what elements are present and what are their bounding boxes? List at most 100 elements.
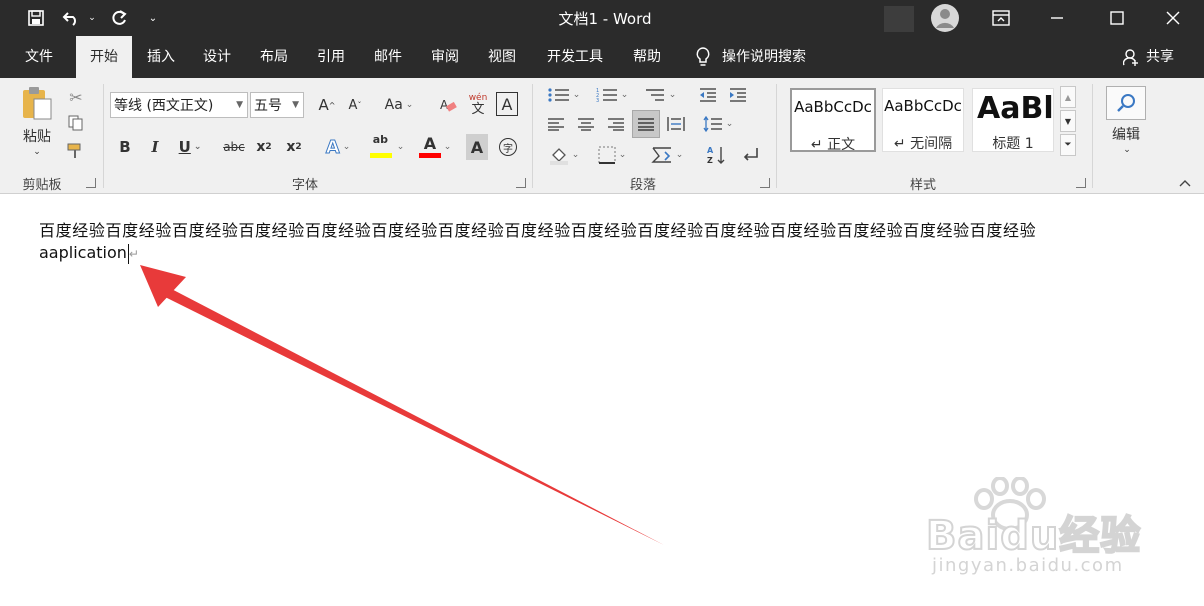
share-button[interactable]: 共享 xyxy=(1142,36,1178,78)
tab-insert[interactable]: 插入 xyxy=(138,36,184,78)
minimize-icon[interactable] xyxy=(1042,0,1072,36)
shading-icon[interactable]: ⌄ xyxy=(544,142,584,168)
subscript-button[interactable]: x2 xyxy=(252,134,276,160)
numbering-icon[interactable]: 1 2 3 ⌄ xyxy=(592,84,632,106)
font-name-combobox[interactable]: 等线 (西文正文) ▼ xyxy=(110,92,248,118)
paragraph-dialog-launcher[interactable] xyxy=(760,178,770,188)
line-spacing-icon[interactable]: ⌄ xyxy=(698,112,738,136)
tab-design[interactable]: 设计 xyxy=(194,36,240,78)
font-color-icon[interactable]: A ⌄ xyxy=(414,132,456,162)
tab-references[interactable]: 引用 xyxy=(308,36,354,78)
shrink-font-icon[interactable]: Aˇ xyxy=(342,93,368,117)
editing-button[interactable]: 编辑 xyxy=(1104,124,1148,144)
watermark-url: jingyan.baidu.com xyxy=(932,555,1124,576)
align-left-icon[interactable] xyxy=(544,112,568,136)
font-dialog-launcher[interactable] xyxy=(516,178,526,188)
document-canvas[interactable]: 百度经验百度经验百度经验百度经验百度经验百度经验百度经验百度经验百度经验百度经验… xyxy=(0,195,1204,606)
styles-scroll-up-icon[interactable]: ▲ xyxy=(1060,86,1076,108)
bold-button[interactable]: B xyxy=(114,134,136,160)
clipboard-group-label: 剪贴板 xyxy=(22,178,62,193)
superscript-button[interactable]: x2 xyxy=(282,134,306,160)
chinese-layout-icon[interactable]: ⌄ xyxy=(646,142,688,168)
format-painter-icon[interactable] xyxy=(64,140,88,162)
style-heading-1[interactable]: AaBl 标题 1 xyxy=(972,88,1054,152)
distributed-icon[interactable] xyxy=(664,112,688,136)
find-icon[interactable] xyxy=(1106,86,1146,120)
sort-icon[interactable]: AZ xyxy=(704,142,728,168)
font-size-combobox[interactable]: 五号 ▼ xyxy=(250,92,304,118)
styles-more-icon[interactable]: ⏷ xyxy=(1060,134,1076,156)
paste-button[interactable]: 粘贴 xyxy=(16,126,58,146)
tab-home[interactable]: 开始 xyxy=(76,36,132,78)
svg-text:3: 3 xyxy=(596,98,599,103)
tell-me-search[interactable]: 操作说明搜索 xyxy=(722,36,822,78)
editing-dropdown-icon[interactable]: ⌄ xyxy=(1120,144,1134,156)
share-user-icon[interactable] xyxy=(1122,48,1140,66)
lightbulb-icon[interactable] xyxy=(694,46,712,68)
watermark-brand: Baidu经验 xyxy=(925,512,1142,560)
style-heading-1-name: 标题 1 xyxy=(992,136,1034,152)
redo-icon[interactable] xyxy=(106,0,132,36)
avatar[interactable] xyxy=(928,0,962,36)
svg-text:Z: Z xyxy=(707,156,713,165)
ribbon-home: 粘贴 ⌄ ✂ 剪贴板 等线 (西文正文) ▼ 五号 ▼ A ^ Aˇ Aa ⌄ A … xyxy=(0,78,1204,194)
paragraph-group-label: 段落 xyxy=(629,178,656,193)
close-icon[interactable] xyxy=(1158,0,1188,36)
decrease-indent-icon[interactable] xyxy=(696,84,720,106)
tab-developer[interactable]: 开发工具 xyxy=(540,36,610,78)
font-size-value: 五号 xyxy=(254,98,282,114)
enclose-characters-icon[interactable]: 字 xyxy=(496,134,520,160)
cut-icon[interactable]: ✂ xyxy=(64,86,88,108)
tab-view[interactable]: 视图 xyxy=(479,36,525,78)
ribbon-tab-bar: 文件 开始 插入 设计 布局 引用 邮件 审阅 视图 开发工具 帮助 操作说明搜… xyxy=(0,36,1204,78)
copy-icon[interactable] xyxy=(64,112,88,134)
font-name-value: 等线 (西文正文) xyxy=(114,98,214,114)
save-icon[interactable] xyxy=(22,0,50,36)
collapse-ribbon-icon[interactable] xyxy=(1176,176,1194,190)
clipboard-dialog-launcher[interactable] xyxy=(86,178,96,188)
clear-formatting-icon[interactable]: A xyxy=(436,93,460,117)
borders-icon[interactable]: ⌄ xyxy=(592,142,632,168)
paste-dropdown-icon[interactable]: ⌄ xyxy=(30,146,44,158)
window-accent-square xyxy=(884,6,914,32)
align-center-icon[interactable] xyxy=(574,112,598,136)
character-shading-icon[interactable]: A xyxy=(466,134,488,160)
undo-dropdown-icon[interactable]: ⌄ xyxy=(86,0,98,36)
bullets-icon[interactable]: ⌄ xyxy=(544,84,584,106)
font-group-label: 字体 xyxy=(291,178,318,193)
tab-mailings[interactable]: 邮件 xyxy=(365,36,411,78)
multilevel-list-icon[interactable]: ⌄ xyxy=(640,84,680,106)
style-no-spacing-name: ↵ 无间隔 xyxy=(893,136,953,152)
tab-help[interactable]: 帮助 xyxy=(622,36,672,78)
styles-scroll-down-icon[interactable]: ▼ xyxy=(1060,110,1076,132)
character-border-icon[interactable]: A xyxy=(496,92,518,116)
style-normal[interactable]: AaBbCcDc ↵ 正文 xyxy=(790,88,876,153)
style-heading-1-sample: AaBl xyxy=(977,91,1053,126)
maximize-icon[interactable] xyxy=(1102,0,1132,36)
highlight-color-icon[interactable]: ab ⌄ xyxy=(366,132,408,162)
increase-indent-icon[interactable] xyxy=(726,84,750,106)
text-effects-icon[interactable]: A ⌄ xyxy=(318,134,358,160)
italic-button[interactable]: I xyxy=(144,134,166,160)
ribbon-display-options-icon[interactable] xyxy=(988,0,1014,36)
tab-review[interactable]: 审阅 xyxy=(422,36,468,78)
paste-icon[interactable] xyxy=(20,84,54,122)
strikethrough-button[interactable]: abc xyxy=(220,134,248,160)
tab-file[interactable]: 文件 xyxy=(14,36,64,78)
change-case-icon[interactable]: Aa ⌄ xyxy=(380,93,418,117)
styles-dialog-launcher[interactable] xyxy=(1076,178,1086,188)
baidu-watermark: Baidu经验 jingyan.baidu.com xyxy=(920,477,1190,587)
underline-button[interactable]: U ⌄ xyxy=(172,134,208,160)
styles-group-label: 样式 xyxy=(909,178,936,193)
grow-font-icon[interactable]: A ^ xyxy=(314,93,340,117)
tab-layout[interactable]: 布局 xyxy=(251,36,297,78)
enclose-characters-glyph: 字 xyxy=(499,138,517,156)
phonetic-guide-icon[interactable]: wén 文 xyxy=(466,90,490,120)
style-no-spacing[interactable]: AaBbCcDc ↵ 无间隔 xyxy=(882,88,964,152)
justify-icon[interactable] xyxy=(632,110,660,138)
group-divider xyxy=(532,84,533,188)
show-hide-marks-icon[interactable] xyxy=(738,142,762,168)
undo-icon[interactable] xyxy=(58,0,84,36)
customize-qat-icon[interactable]: ⌄ xyxy=(144,0,162,36)
align-right-icon[interactable] xyxy=(604,112,628,136)
